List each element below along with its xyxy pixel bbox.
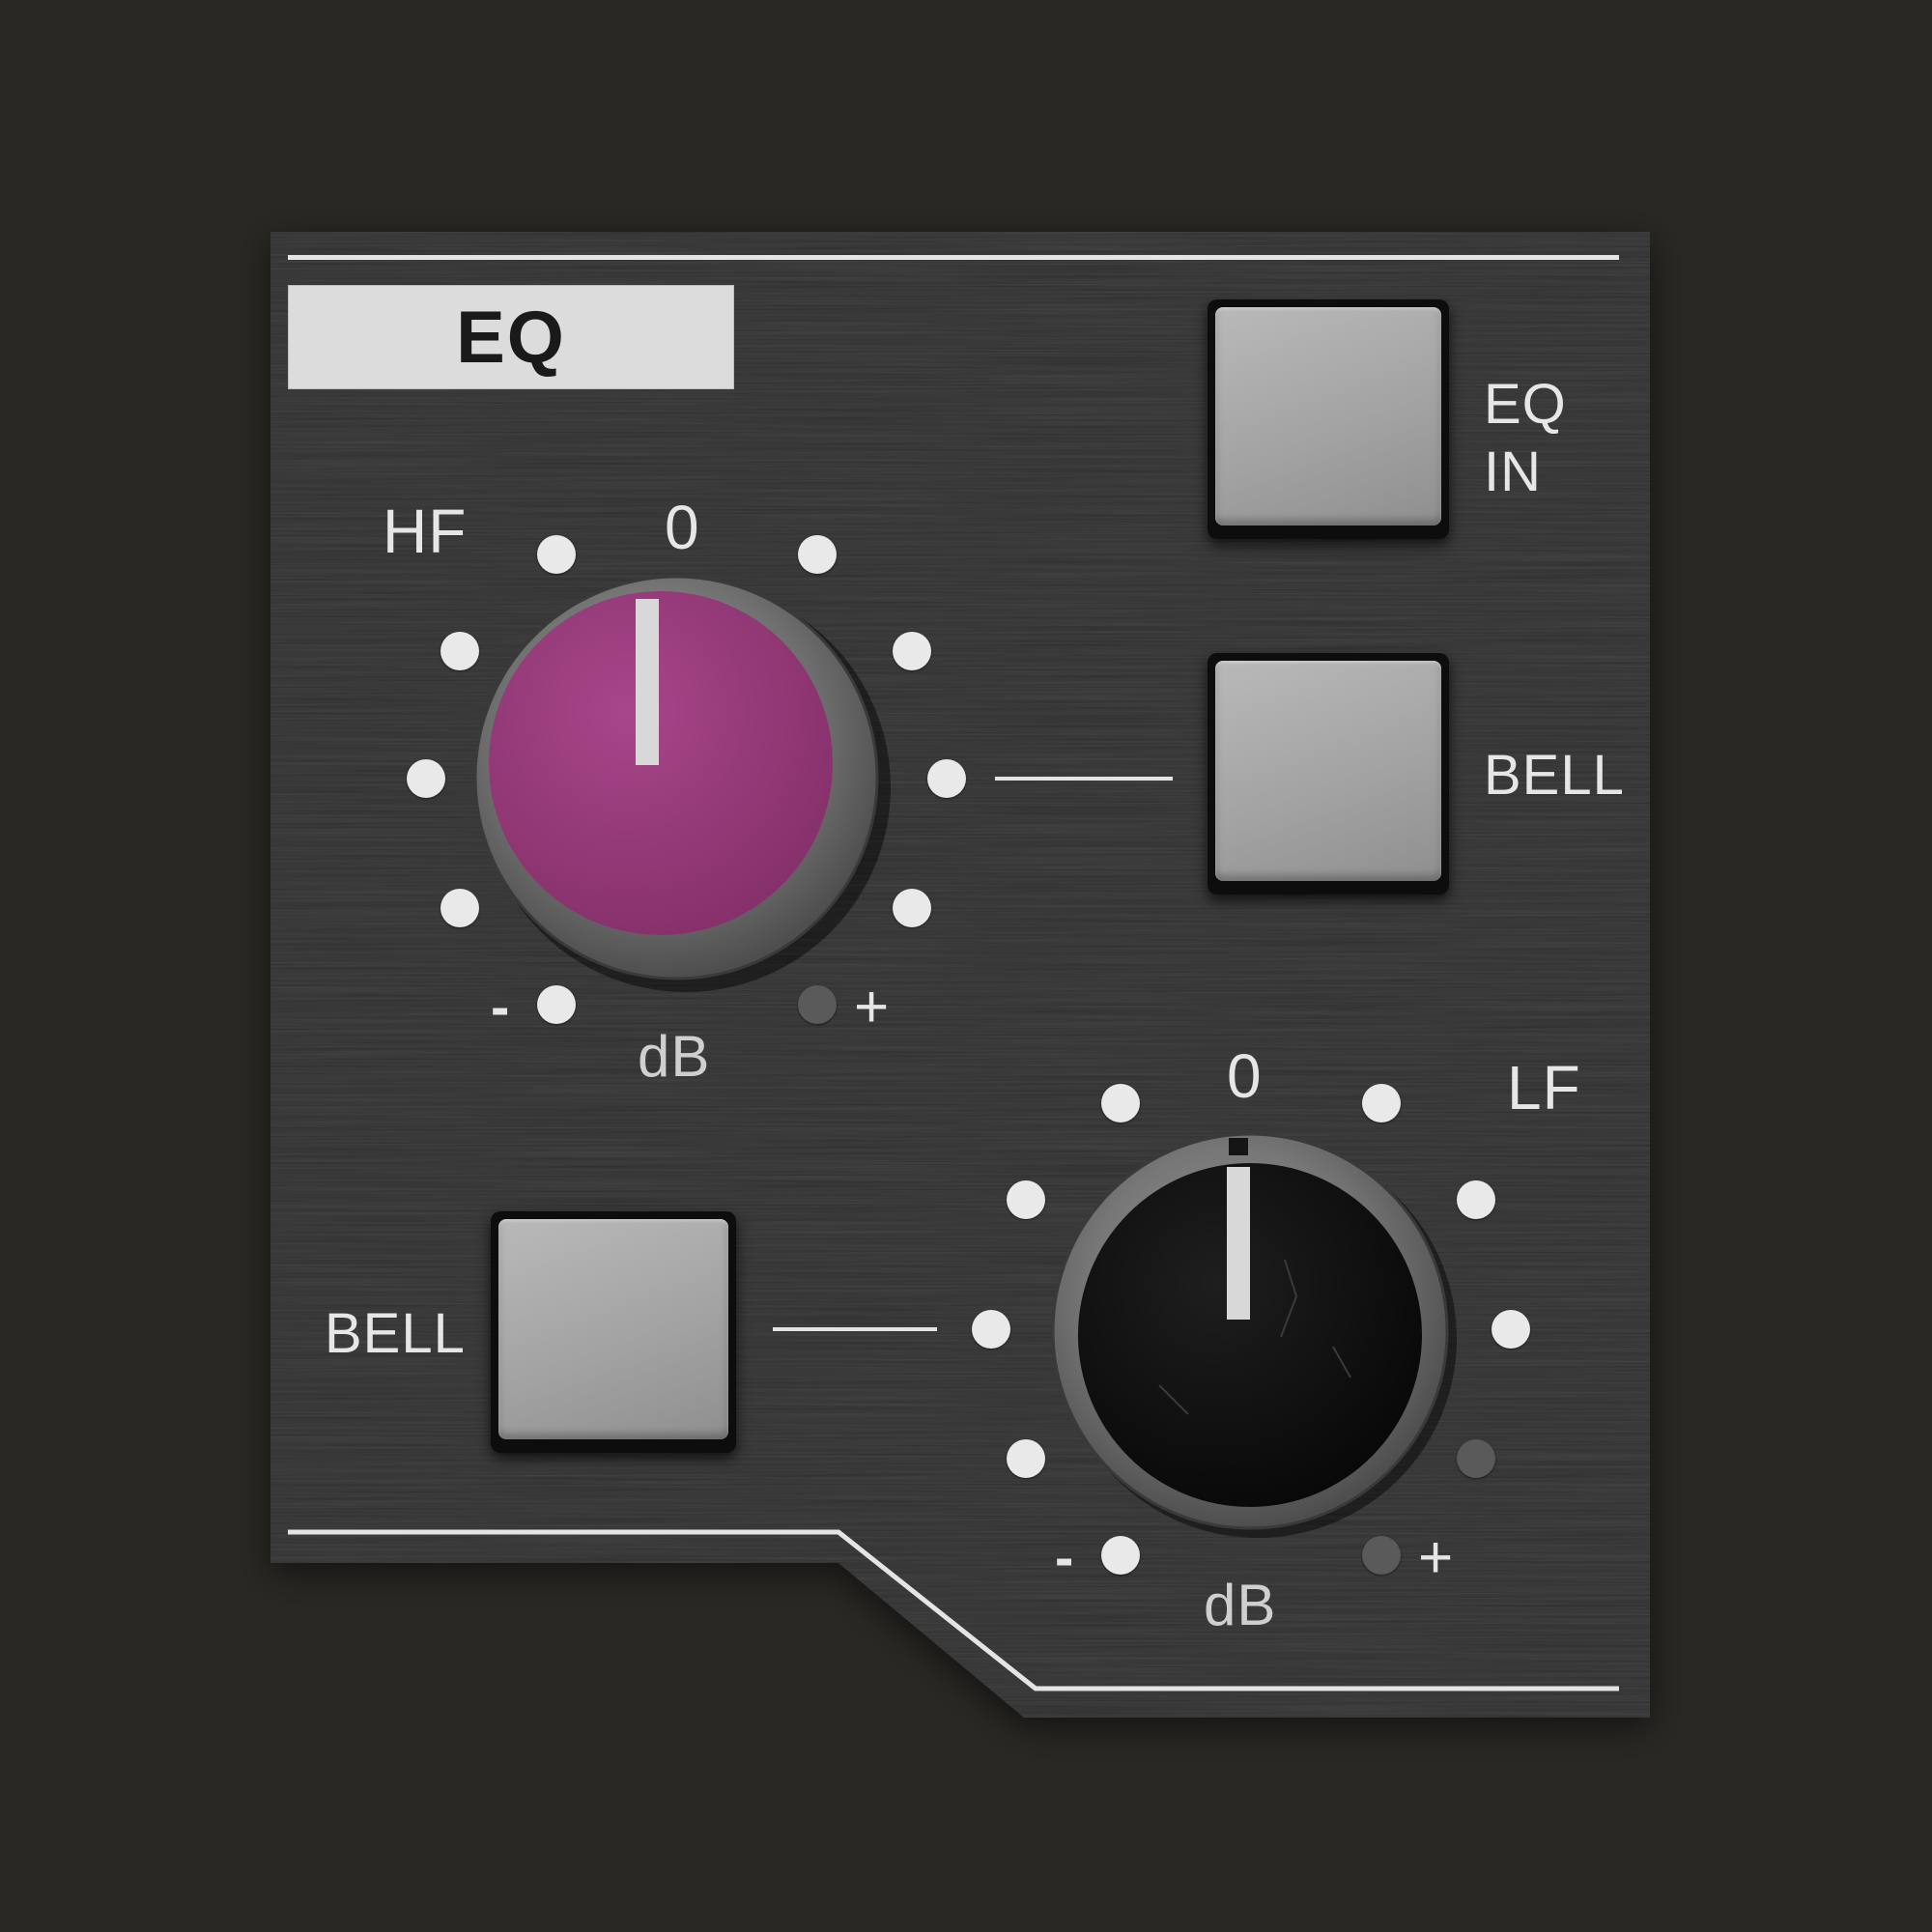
lf-scale-dot xyxy=(1101,1084,1140,1122)
hf-scale-dot xyxy=(537,535,576,574)
hf-gain-knob[interactable] xyxy=(454,570,898,995)
hf-bell-button-well xyxy=(1208,653,1449,895)
hf-scale-dot xyxy=(407,759,445,798)
top-divider-rule xyxy=(288,255,1619,260)
lf-scale-dot xyxy=(972,1310,1010,1349)
lf-bell-button[interactable] xyxy=(498,1219,728,1439)
lf-band-label: LF xyxy=(1507,1053,1581,1122)
lf-scale-dot xyxy=(1492,1310,1530,1349)
lf-zero-label: 0 xyxy=(1227,1041,1263,1111)
eq-in-button-well xyxy=(1208,299,1449,539)
hf-knob-pointer xyxy=(636,599,659,765)
lf-gain-knob[interactable] xyxy=(1043,1124,1468,1549)
eq-in-label-line1: EQ xyxy=(1484,373,1567,436)
lf-unit-label: dB xyxy=(1204,1573,1277,1637)
hf-unit-label: dB xyxy=(638,1024,711,1089)
hf-scale-dot xyxy=(893,632,931,670)
lf-scale-dot xyxy=(1007,1180,1045,1219)
hf-bell-label: BELL xyxy=(1484,744,1625,807)
lf-bell-connector-line xyxy=(773,1327,937,1331)
lf-scale-dot xyxy=(1007,1439,1045,1478)
eq-module-stage: EQ HF 0 - + dB EQ IN BELL 0 LF - + dB BE… xyxy=(0,0,1932,1932)
hf-band-label: HF xyxy=(383,497,468,566)
module-title-plate: EQ xyxy=(288,285,734,389)
lf-knob-pointer xyxy=(1227,1167,1250,1320)
hf-scale-dot xyxy=(798,535,837,574)
hf-bell-connector-line xyxy=(995,777,1173,781)
lf-scale-dot xyxy=(1362,1084,1401,1122)
lf-knob-notch xyxy=(1229,1138,1248,1155)
hf-scale-dot xyxy=(893,889,931,927)
hf-knob-cap xyxy=(489,591,833,935)
module-title: EQ xyxy=(456,296,566,379)
eq-in-button[interactable] xyxy=(1215,307,1441,526)
hf-scale-dot xyxy=(927,759,966,798)
lf-bell-button-well xyxy=(491,1211,736,1453)
hf-zero-label: 0 xyxy=(665,493,700,562)
lf-bell-label: BELL xyxy=(325,1302,466,1365)
eq-in-label-line2: IN xyxy=(1484,440,1542,503)
hf-bell-button[interactable] xyxy=(1215,661,1441,881)
